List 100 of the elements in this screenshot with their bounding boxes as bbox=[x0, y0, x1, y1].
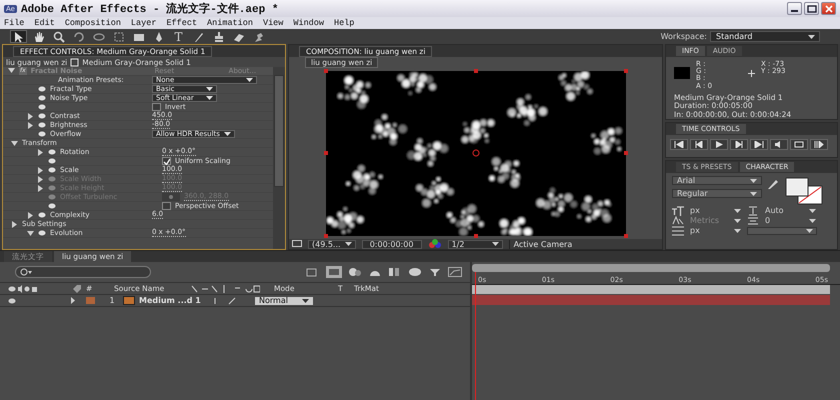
close-icon bbox=[824, 4, 834, 12]
caret-icon bbox=[224, 132, 231, 136]
checkbox[interactable] bbox=[162, 202, 171, 210]
label-color-chip[interactable] bbox=[86, 297, 95, 304]
pan-icon bbox=[112, 30, 124, 42]
menu-item[interactable]: Animation bbox=[207, 18, 253, 28]
eye-icon[interactable] bbox=[8, 298, 16, 304]
workspace-label: Workspace: bbox=[660, 32, 707, 41]
pin-icon bbox=[252, 30, 264, 42]
close-button[interactable] bbox=[821, 2, 836, 15]
layer-name[interactable]: Medium ...d 1 bbox=[139, 296, 207, 305]
audio-button[interactable] bbox=[770, 139, 788, 150]
scrollbar[interactable] bbox=[273, 67, 285, 249]
menu-item[interactable]: Effect bbox=[166, 18, 198, 28]
ram-preview-icon bbox=[814, 141, 824, 148]
orbit-icon bbox=[92, 30, 104, 42]
twirl-icon[interactable] bbox=[70, 297, 76, 304]
draft-3d-icon[interactable] bbox=[348, 267, 362, 277]
menu-item[interactable]: View bbox=[262, 18, 284, 28]
twirl-icon[interactable] bbox=[27, 212, 34, 218]
minimize-icon bbox=[791, 10, 798, 12]
solid-icon bbox=[123, 296, 135, 305]
last-frame-icon bbox=[754, 141, 764, 148]
crosshair-button[interactable] bbox=[162, 193, 180, 201]
next-frame-button[interactable] bbox=[730, 139, 748, 150]
rgb-channels-icon[interactable] bbox=[428, 239, 442, 249]
leading-field[interactable]: Auto bbox=[765, 206, 803, 216]
play-button[interactable] bbox=[710, 139, 728, 150]
live-update-icon[interactable] bbox=[326, 266, 342, 278]
stroke-width-field[interactable]: px bbox=[690, 226, 728, 236]
monitor-icon[interactable] bbox=[292, 240, 302, 248]
stroke-dropdown[interactable] bbox=[747, 227, 817, 235]
zoom-icon bbox=[52, 30, 64, 42]
font-dropdown[interactable]: Arial bbox=[672, 176, 762, 185]
last-frame-button[interactable] bbox=[750, 139, 768, 150]
caret-icon bbox=[344, 242, 352, 246]
twirl-icon[interactable] bbox=[37, 166, 44, 174]
frame-blending-icon[interactable] bbox=[388, 267, 402, 277]
text-tool[interactable]: T bbox=[170, 30, 187, 43]
twirl-icon[interactable] bbox=[27, 230, 34, 236]
previous-frame-icon bbox=[694, 141, 704, 148]
layer-switches-icon bbox=[190, 284, 260, 292]
caret-icon bbox=[492, 242, 499, 246]
stamp-icon bbox=[212, 30, 224, 42]
zoom-dropdown[interactable]: (49.5... bbox=[308, 240, 356, 248]
maximize-button[interactable] bbox=[804, 2, 819, 15]
av-switches-icon bbox=[8, 284, 38, 292]
mode-dropdown[interactable]: Normal bbox=[255, 296, 313, 304]
graph-editor-icon[interactable] bbox=[448, 267, 462, 277]
menu-item[interactable]: File bbox=[4, 18, 24, 28]
ram-preview-button[interactable] bbox=[810, 139, 828, 150]
font-size-field[interactable]: px bbox=[690, 206, 728, 216]
checkbox[interactable] bbox=[162, 157, 171, 165]
first-frame-button[interactable] bbox=[670, 139, 688, 150]
first-frame-icon bbox=[674, 141, 684, 148]
workspace-dropdown[interactable]: Standard bbox=[710, 31, 820, 42]
minimize-button[interactable] bbox=[787, 2, 802, 15]
next-frame-icon bbox=[734, 141, 744, 148]
search-icon bbox=[20, 268, 32, 276]
rotate-icon bbox=[72, 30, 84, 42]
twirl-icon[interactable] bbox=[37, 148, 44, 156]
label-icon bbox=[72, 284, 82, 292]
tracking-icon bbox=[747, 216, 759, 226]
tracking-field[interactable]: 0 bbox=[765, 216, 803, 226]
style-dropdown[interactable]: Regular bbox=[672, 189, 762, 198]
stroke-width-icon bbox=[672, 226, 684, 236]
twirl-icon[interactable] bbox=[27, 112, 34, 120]
caret-icon bbox=[302, 298, 309, 302]
caret-icon bbox=[750, 178, 757, 182]
hand-icon bbox=[32, 30, 44, 42]
camera-dropdown[interactable]: Active Camera bbox=[508, 240, 572, 248]
timecode-field[interactable]: 0:00:00:00 bbox=[362, 240, 422, 248]
arrow-icon bbox=[12, 30, 24, 42]
maximize-icon bbox=[806, 4, 816, 12]
layer-row[interactable]: 1 Medium ...d 1 Normal bbox=[0, 295, 470, 307]
caret-icon bbox=[750, 192, 757, 196]
crosshair-icon bbox=[748, 70, 755, 77]
menu-item[interactable]: Edit bbox=[34, 18, 55, 28]
fill-stroke-swatch-drawing[interactable] bbox=[784, 176, 824, 206]
menu-item[interactable]: Composition bbox=[64, 18, 121, 28]
resolution-dropdown[interactable]: 1/2 bbox=[448, 240, 503, 248]
kerning-icon bbox=[672, 216, 684, 226]
layer-icon bbox=[70, 58, 80, 66]
caret-icon bbox=[808, 34, 815, 38]
twirl-icon[interactable] bbox=[11, 220, 18, 228]
menu-item[interactable]: Help bbox=[334, 18, 354, 28]
loop-icon bbox=[794, 141, 804, 148]
checkbox[interactable] bbox=[152, 103, 161, 111]
menu-item[interactable]: Layer bbox=[130, 18, 156, 28]
font-size-icon bbox=[672, 206, 684, 216]
twirl-icon[interactable] bbox=[27, 122, 34, 128]
previous-frame-button[interactable] bbox=[690, 139, 708, 150]
caret-icon bbox=[246, 78, 253, 82]
arrow-tool[interactable] bbox=[10, 30, 27, 43]
search-field[interactable] bbox=[15, 266, 151, 278]
twirl-icon[interactable] bbox=[11, 140, 18, 146]
window-title: Adobe After Effects - 流光文字-文件.aep * bbox=[20, 2, 278, 16]
loop-button[interactable] bbox=[790, 139, 808, 150]
color-swatch bbox=[674, 67, 690, 79]
menu-item[interactable]: Window bbox=[293, 18, 324, 28]
